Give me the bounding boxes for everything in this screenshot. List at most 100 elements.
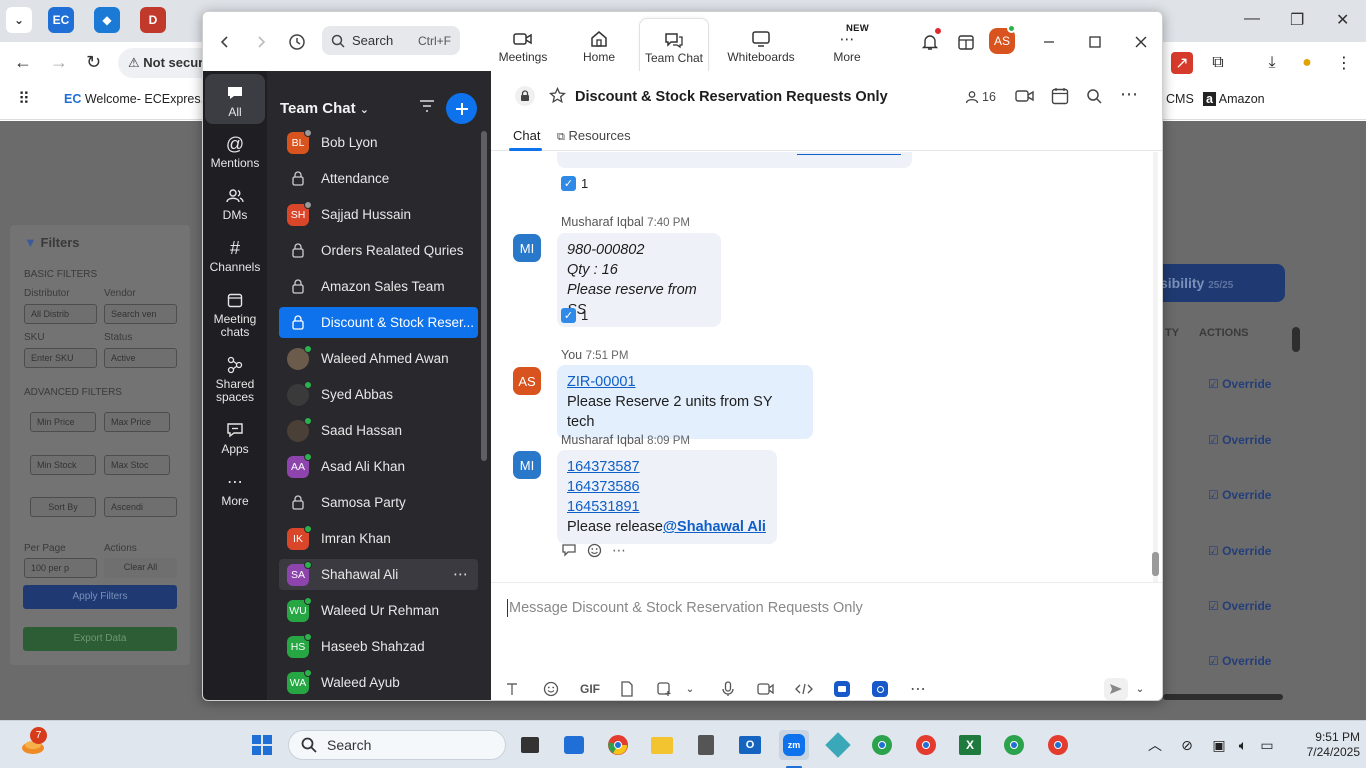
dm-item[interactable]: Saad Hassan [279,415,478,446]
code-snippet-icon[interactable] [793,678,815,700]
star-icon[interactable] [548,86,567,107]
tab-whiteboards[interactable]: Whiteboards [723,18,799,71]
file-explorer-icon[interactable] [647,730,677,760]
chrome-profile-icon[interactable] [1043,730,1073,760]
order-link[interactable]: 164373587 [567,459,640,475]
screenshot-icon[interactable] [653,678,675,700]
channel-item[interactable]: Samosa Party [279,487,478,518]
start-icon[interactable] [247,730,277,760]
taskbar-search[interactable]: Search [288,730,506,760]
chat-search-icon[interactable] [1086,88,1102,107]
chrome-profile-icon[interactable] [999,730,1029,760]
channel-item[interactable]: Discount & Stock Reser... [279,307,478,338]
max-stock-input[interactable]: Max Stoc [104,455,170,475]
chevron-down-icon[interactable]: ⌄ [679,678,701,700]
browser-close-icon[interactable]: ✕ [1336,10,1349,30]
back-icon[interactable] [213,30,237,54]
tab-team-chat[interactable]: Team Chat [639,18,709,71]
override-button[interactable]: ☑ Override [1208,654,1271,668]
sku-input[interactable]: Enter SKU [24,348,97,368]
order-link[interactable]: 164373586 [567,479,640,495]
rail-meeting-chats[interactable]: Meeting chats [205,287,265,339]
schedule-calendar-icon[interactable] [1051,87,1069,108]
calendar-app-icon[interactable] [954,30,978,54]
rail-more[interactable]: ⋯ More [205,469,265,508]
vendor-search-input[interactable]: Search ven [104,304,177,324]
send-icon[interactable] [1104,678,1128,700]
list-scrollbar[interactable] [481,131,487,461]
browser-back-icon[interactable]: ← [14,52,32,73]
gif-button[interactable]: GIF [578,678,602,700]
bookmark-welcome[interactable]: EC Welcome- ECExpres... [64,92,211,106]
text-format-icon[interactable] [501,678,523,700]
message-input[interactable]: Message Discount & Stock Reservation Req… [507,599,863,617]
rail-apps[interactable]: Apps [205,417,265,456]
reply-icon[interactable] [561,543,577,561]
chrome-icon[interactable] [603,730,633,760]
browser-reload-icon[interactable]: ↻ [86,52,101,73]
team-chat-dropdown[interactable]: Team Chat ⌄ [280,100,369,117]
app-icon-blue[interactable] [831,678,853,700]
close-icon[interactable] [1129,30,1153,54]
rail-channels[interactable]: # Channels [205,235,265,274]
apply-filters-button[interactable]: Apply Filters [23,585,177,609]
download-icon[interactable]: ⤓ [1261,52,1283,74]
visibility-button[interactable]: sibility 25/25 [1160,264,1285,302]
rail-shared-spaces[interactable]: Shared spaces [205,352,265,404]
calculator-icon[interactable] [691,730,721,760]
zoom-taskbar-icon[interactable]: zm [779,730,809,760]
battery-icon[interactable]: ▭ [1252,730,1282,760]
rail-dms[interactable]: DMs [205,183,265,222]
reaction-checkmark[interactable]: ✓ 1 [561,176,588,191]
system-clock[interactable]: 9:51 PM 7/24/2025 [1300,730,1360,760]
tab-chat[interactable]: Chat [513,128,540,143]
dm-item[interactable]: WA Waleed Ayub [279,667,478,698]
per-page-select[interactable]: 100 per p [24,558,97,578]
app-teal-icon[interactable] [823,730,853,760]
dm-item[interactable]: Waleed Ahmed Awan [279,343,478,374]
excel-icon[interactable]: X [955,730,985,760]
reaction-checkmark[interactable]: ✓ 1 [561,308,588,323]
profile-extension-icon[interactable]: ● [1296,52,1318,74]
override-button[interactable]: ☑ Override [1208,488,1271,502]
order-select[interactable]: Ascendi [104,497,177,517]
order-link[interactable]: 164531891 [567,499,640,515]
tab-resources[interactable]: ⧉ Resources [557,128,631,144]
network-icon[interactable]: ⊘ [1172,730,1202,760]
emoji-reaction-icon[interactable] [587,543,602,561]
bookmark-cms[interactable]: CMS [1166,92,1194,106]
chevron-up-icon[interactable]: ︿ [1140,730,1170,760]
app-icon-blue-2[interactable] [869,678,891,700]
dm-item[interactable]: IK Imran Khan [279,523,478,554]
avatar[interactable]: MI [513,234,541,262]
user-mention[interactable]: @Shahawal Ali [663,519,766,535]
browser-minimize-icon[interactable]: — [1244,10,1260,28]
channel-item[interactable]: Orders Realated Quries [279,235,478,266]
file-icon[interactable] [616,678,638,700]
override-button[interactable]: ☑ Override [1208,599,1271,613]
forward-icon[interactable] [249,30,273,54]
send-options-chevron-icon[interactable]: ⌄ [1129,678,1151,700]
export-data-button[interactable]: Export Data [23,627,177,651]
browser-forward-icon[interactable]: → [50,52,68,73]
rail-all[interactable]: All [205,74,265,124]
dm-item[interactable]: SA Shahawal Ali ⋯ [279,559,478,590]
ticket-link[interactable]: ZIR-00001 [567,374,636,390]
tab-red-icon[interactable]: D [140,7,166,33]
new-chat-button[interactable] [446,93,477,124]
more-actions-icon[interactable]: ⋯ [612,543,626,561]
min-price-input[interactable]: Min Price [30,412,96,432]
clear-all-button[interactable]: Clear All [104,558,177,578]
sort-by-select[interactable]: Sort By [30,497,96,517]
video-call-icon[interactable] [1015,88,1035,107]
min-stock-input[interactable]: Min Stock [30,455,96,475]
override-button[interactable]: ☑ Override [1208,433,1271,447]
pdf-extension-icon[interactable]: ↗ [1171,52,1193,74]
maximize-icon[interactable] [1083,30,1107,54]
chat-options-icon[interactable]: ⋯ [1120,84,1138,105]
tab-home[interactable]: Home [571,18,627,71]
avatar[interactable]: AS [513,367,541,395]
dm-item[interactable]: BL Bob Lyon [279,127,478,158]
chrome-profile-icon[interactable] [911,730,941,760]
store-icon[interactable] [559,730,589,760]
